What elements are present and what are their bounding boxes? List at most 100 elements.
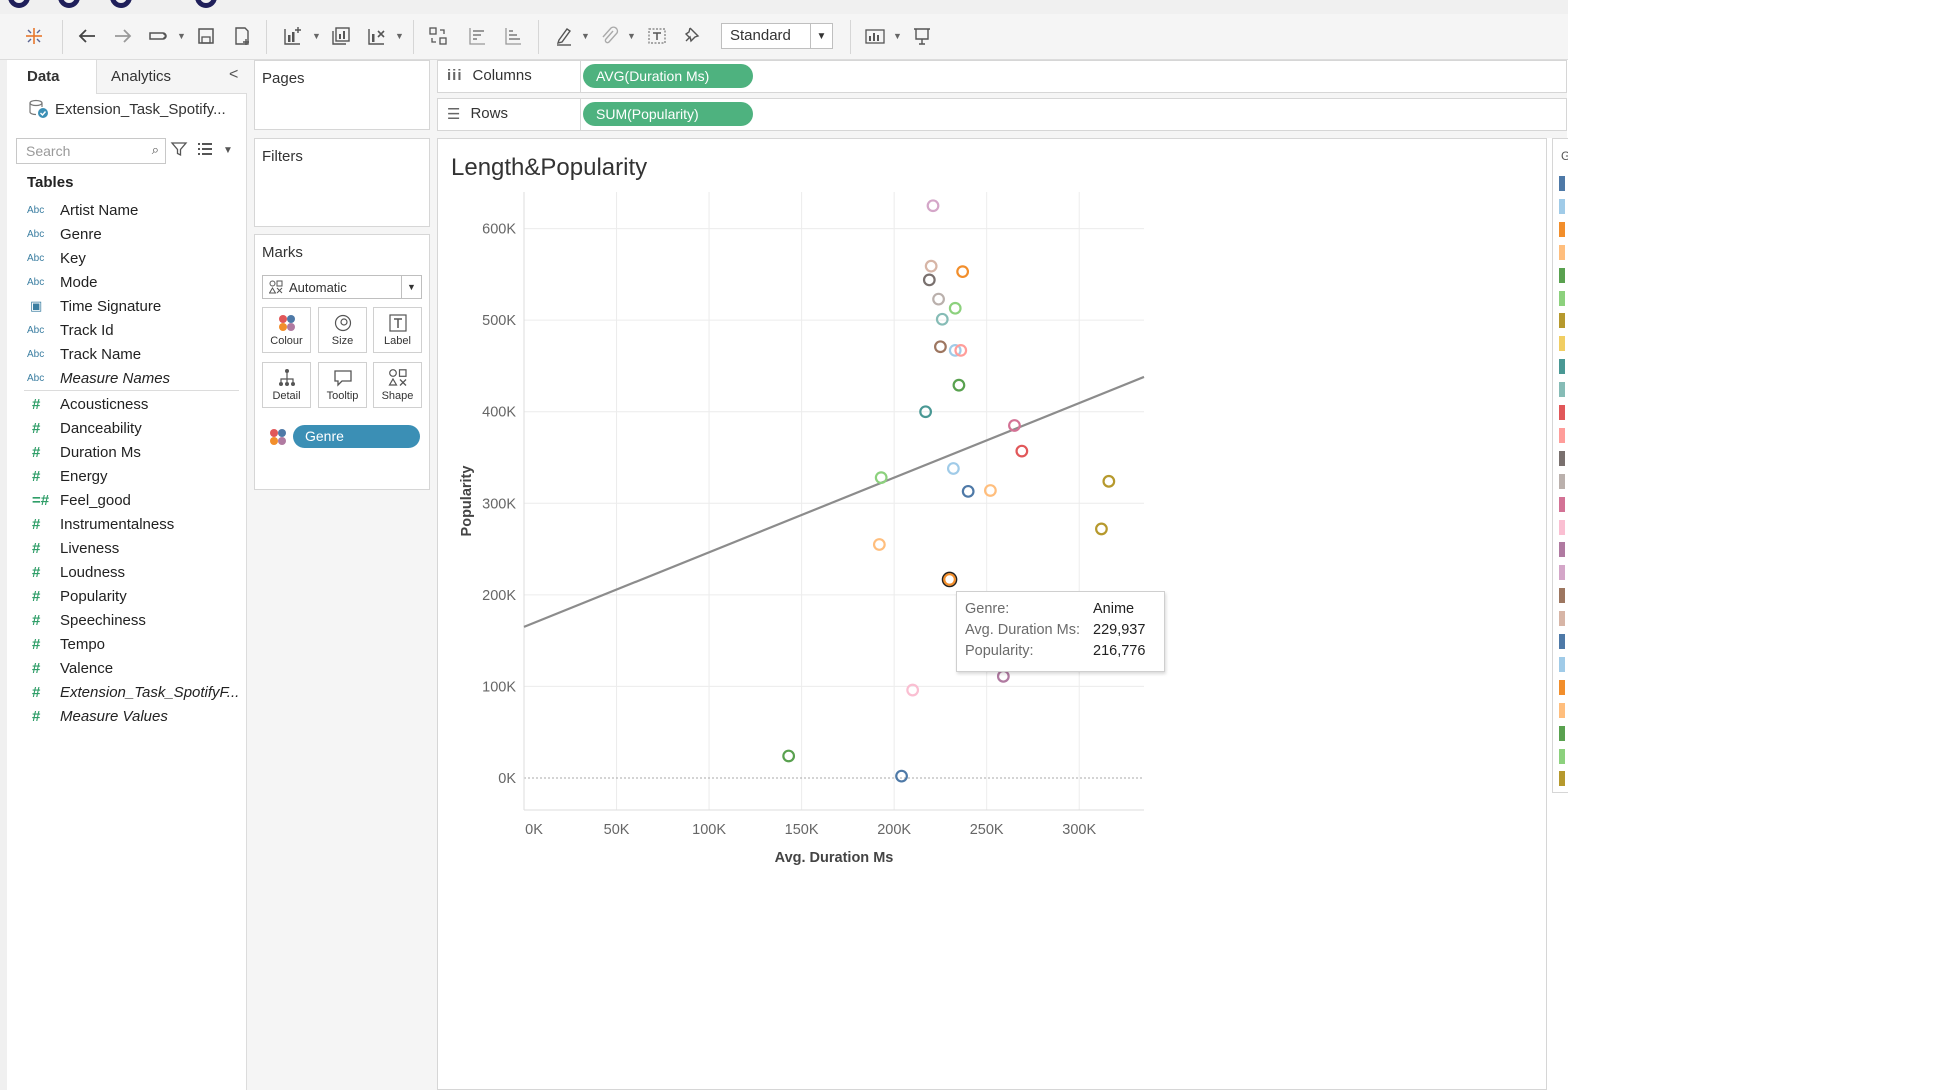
tab-analytics[interactable]: Analytics (96, 60, 247, 94)
search-icon[interactable]: ⌕ (152, 142, 159, 158)
chevron-down-icon[interactable]: ▼ (223, 145, 233, 156)
sort-descending-icon[interactable] (499, 22, 527, 50)
legend-swatch[interactable] (1559, 221, 1565, 237)
pages-card[interactable]: Pages (254, 60, 430, 130)
rows-pill[interactable]: SUM(Popularity) (583, 102, 753, 126)
save-icon[interactable] (192, 22, 220, 50)
detail-button[interactable]: Detail (262, 362, 311, 408)
chevron-down-icon[interactable]: ▼ (395, 31, 404, 41)
legend-swatch[interactable] (1559, 656, 1565, 672)
chevron-down-icon[interactable]: ▼ (581, 31, 590, 41)
legend-swatch[interactable] (1559, 473, 1565, 489)
collapse-pane-icon[interactable]: < (229, 66, 238, 84)
legend-swatch[interactable] (1559, 382, 1565, 398)
filters-card[interactable]: Filters (254, 138, 430, 227)
shape-button[interactable]: Shape (373, 362, 422, 408)
pin-icon[interactable] (678, 22, 706, 50)
chevron-down-icon[interactable]: ▼ (893, 31, 902, 41)
tooltip-button[interactable]: Tooltip (318, 362, 367, 408)
chevron-down-icon[interactable]: ▼ (810, 24, 832, 48)
legend-swatch[interactable] (1559, 427, 1565, 443)
field-extension-task-spotifyf-[interactable]: # Extension_Task_SpotifyF... (27, 680, 239, 704)
legend-swatch[interactable] (1559, 725, 1565, 741)
field-track-id[interactable]: Abc Track Id (27, 318, 114, 342)
field-energy[interactable]: # Energy (27, 464, 108, 488)
field-label: Speechiness (60, 611, 146, 629)
duplicate-sheet-icon[interactable] (327, 22, 355, 50)
legend-swatch[interactable] (1559, 748, 1565, 764)
legend-swatch[interactable] (1559, 244, 1565, 260)
mark-type-select[interactable]: Automatic ▼ (262, 275, 422, 299)
field-instrumentalness[interactable]: # Instrumentalness (27, 512, 174, 536)
genre-pill[interactable]: Genre (293, 425, 420, 448)
legend-swatch[interactable] (1559, 542, 1565, 558)
field-speechiness[interactable]: # Speechiness (27, 608, 146, 632)
new-datasource-icon[interactable] (228, 22, 256, 50)
field-valence[interactable]: # Valence (27, 656, 113, 680)
field-genre[interactable]: Abc Genre (27, 222, 102, 246)
field-measure-names[interactable]: Abc Measure Names (27, 366, 170, 390)
legend-swatch[interactable] (1559, 702, 1565, 718)
legend-swatch[interactable] (1559, 771, 1565, 787)
legend-swatch[interactable] (1559, 519, 1565, 535)
columns-pill[interactable]: AVG(Duration Ms) (583, 64, 753, 88)
datasource-item[interactable]: Extension_Task_Spotify... (27, 98, 226, 120)
view-list-icon[interactable] (197, 142, 215, 161)
legend-swatch[interactable] (1559, 450, 1565, 466)
chevron-down-icon[interactable]: ▼ (627, 31, 636, 41)
size-button[interactable]: Size (318, 307, 367, 353)
field-tempo[interactable]: # Tempo (27, 632, 105, 656)
label-button[interactable]: Label (373, 307, 422, 353)
legend-swatch[interactable] (1559, 359, 1565, 375)
tab-data[interactable]: Data (7, 60, 96, 94)
legend-swatch[interactable] (1559, 634, 1565, 649)
new-worksheet-icon[interactable] (278, 22, 306, 50)
field-popularity[interactable]: # Popularity (27, 584, 127, 608)
columns-shelf[interactable]: iii Columns AVG(Duration Ms) (437, 60, 1567, 93)
field-loudness[interactable]: # Loudness (27, 560, 125, 584)
field-liveness[interactable]: # Liveness (27, 536, 119, 560)
colour-button[interactable]: Colour (262, 307, 311, 353)
field-mode[interactable]: Abc Mode (27, 270, 98, 294)
show-me-icon[interactable] (861, 22, 889, 50)
chevron-down-icon[interactable]: ▼ (177, 31, 186, 41)
legend-swatch[interactable] (1559, 267, 1565, 283)
legend-swatch[interactable] (1559, 290, 1565, 306)
redo-icon[interactable] (109, 22, 137, 50)
legend-swatch[interactable] (1559, 198, 1565, 214)
field-acousticness[interactable]: # Acousticness (27, 392, 148, 416)
field-feel-good[interactable]: =# Feel_good (27, 488, 131, 512)
presentation-mode-icon[interactable] (908, 22, 936, 50)
field-danceability[interactable]: # Danceability (27, 416, 142, 440)
legend-swatch[interactable] (1559, 496, 1565, 512)
search-input[interactable]: Search ⌕ (16, 138, 166, 164)
highlight-icon[interactable] (550, 22, 578, 50)
legend-swatch[interactable] (1559, 336, 1565, 352)
show-mark-labels-icon[interactable] (643, 22, 671, 50)
field-key[interactable]: Abc Key (27, 246, 86, 270)
legend-swatch[interactable] (1559, 176, 1565, 191)
legend-swatch[interactable] (1559, 611, 1565, 627)
field-measure-values[interactable]: # Measure Values (27, 704, 168, 728)
legend-swatch[interactable] (1559, 313, 1565, 329)
legend-swatch[interactable] (1559, 679, 1565, 695)
replay-icon[interactable] (144, 22, 172, 50)
group-members-icon[interactable] (595, 22, 623, 50)
field-track-name[interactable]: Abc Track Name (27, 342, 141, 366)
tableau-logo-icon[interactable] (20, 22, 48, 50)
legend-swatch[interactable] (1559, 565, 1565, 581)
filter-icon[interactable] (170, 140, 188, 163)
chevron-down-icon[interactable]: ▼ (312, 31, 321, 41)
clear-sheet-icon[interactable] (362, 22, 390, 50)
fit-select[interactable]: Standard ▼ (721, 23, 833, 49)
field-artist-name[interactable]: Abc Artist Name (27, 198, 138, 222)
sort-ascending-icon[interactable] (463, 22, 491, 50)
chevron-down-icon[interactable]: ▼ (401, 276, 421, 298)
undo-icon[interactable] (73, 22, 101, 50)
rows-shelf[interactable]: ☰ Rows SUM(Popularity) (437, 98, 1567, 131)
swap-rows-columns-icon[interactable] (424, 22, 452, 50)
legend-swatch[interactable] (1559, 405, 1565, 420)
legend-swatch[interactable] (1559, 588, 1565, 604)
field-time-signature[interactable]: ▣ Time Signature (27, 294, 161, 318)
field-duration-ms[interactable]: # Duration Ms (27, 440, 141, 464)
